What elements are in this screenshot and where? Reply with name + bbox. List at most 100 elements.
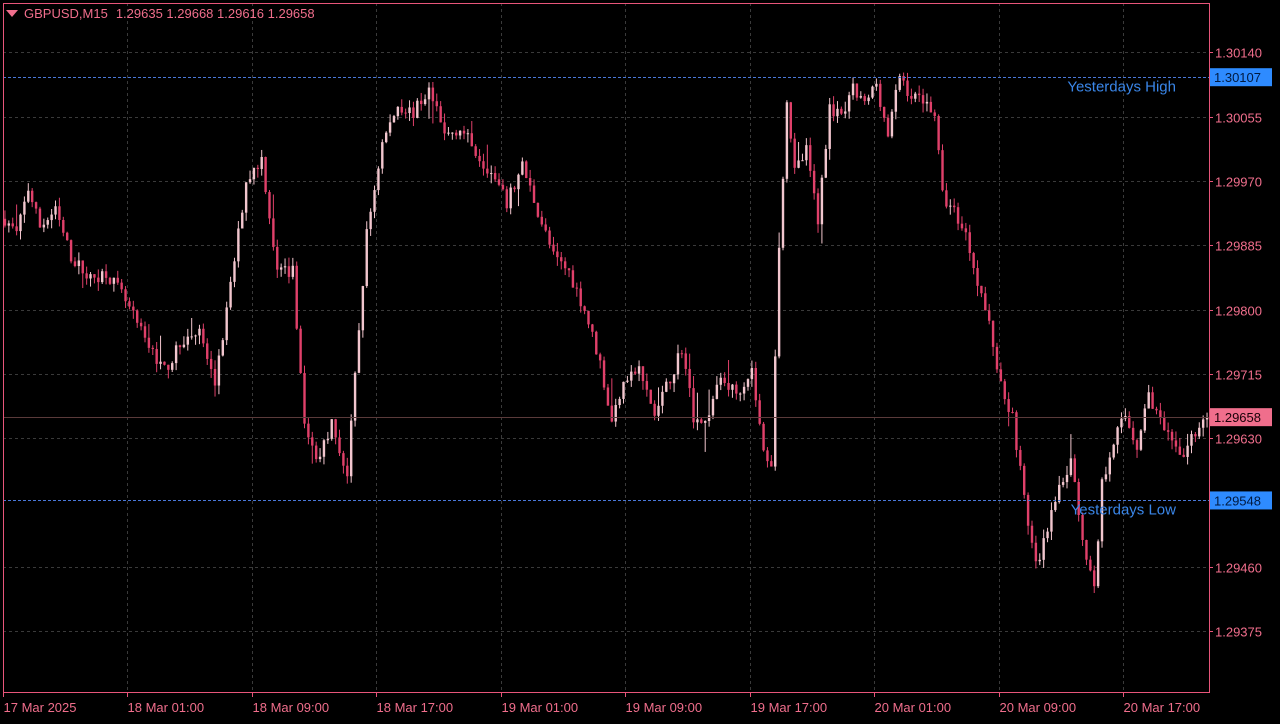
y-tick-label: 1.29630 xyxy=(1215,432,1262,447)
yesterdays-low-label: Yesterdays Low xyxy=(1071,502,1177,519)
candle-body xyxy=(731,384,734,390)
candle-body xyxy=(1120,418,1123,428)
candle-body xyxy=(844,111,847,114)
candle-body xyxy=(832,104,835,117)
candle-body xyxy=(1159,410,1162,418)
candle-body xyxy=(1089,559,1092,571)
candle-body xyxy=(334,419,337,438)
candle-body xyxy=(412,107,415,118)
candle-body xyxy=(563,261,567,269)
candle-body xyxy=(812,170,816,194)
candle-body xyxy=(34,202,38,209)
candle-body xyxy=(291,265,295,277)
candle-body xyxy=(972,253,975,269)
candle-body xyxy=(688,368,691,389)
candle-body xyxy=(999,369,1003,382)
candle-body xyxy=(268,192,271,219)
candle-body xyxy=(598,354,602,361)
candle-body xyxy=(653,403,656,416)
candle-body xyxy=(886,117,890,137)
candle-body xyxy=(497,179,501,185)
candle-body xyxy=(490,173,493,175)
candle-body xyxy=(754,368,757,401)
candle-body xyxy=(435,101,438,107)
x-tick-label: 17 Mar 2025 xyxy=(4,700,77,715)
candle-body xyxy=(1073,458,1076,482)
candle-body xyxy=(112,277,116,284)
candle-body xyxy=(824,148,828,178)
candle-body xyxy=(1038,559,1041,562)
y-tick-label: 1.29715 xyxy=(1215,368,1262,383)
candle-body xyxy=(949,205,952,207)
candle-body xyxy=(377,168,380,191)
candle-body xyxy=(618,398,621,406)
y-tick-label: 1.29460 xyxy=(1215,561,1262,576)
candle-body xyxy=(62,219,65,233)
candle-body xyxy=(867,97,870,102)
candle-body xyxy=(159,361,162,364)
x-tick-label: 19 Mar 17:00 xyxy=(751,700,828,715)
candle-body xyxy=(408,107,411,114)
candle-body xyxy=(735,384,738,394)
y-tick-label: 1.30140 xyxy=(1215,46,1262,61)
candle-body xyxy=(746,379,750,387)
candle-body xyxy=(357,330,361,373)
y-tick-label: 1.29885 xyxy=(1215,239,1262,254)
candle-body xyxy=(287,266,291,277)
y-tick-label: 1.29970 xyxy=(1215,175,1262,190)
candle-body xyxy=(560,257,563,262)
candle-body xyxy=(451,132,454,134)
candle-body xyxy=(447,132,450,134)
candle-body xyxy=(427,87,431,100)
candle-body xyxy=(38,208,42,228)
candle-body xyxy=(793,138,796,168)
candle-body xyxy=(30,190,34,203)
candle-body xyxy=(132,306,135,311)
price-chart[interactable]: Yesterdays High Yesterdays Low 1.30140 1.30… xyxy=(0,0,1280,720)
candle-body xyxy=(1147,392,1150,409)
candle-body xyxy=(272,218,275,247)
candle-body xyxy=(774,356,777,467)
candle-body xyxy=(322,440,326,457)
candle-body xyxy=(781,178,785,248)
candle-body xyxy=(116,277,119,283)
candle-body xyxy=(606,387,610,406)
candle-body xyxy=(276,246,279,270)
candle-body xyxy=(54,206,57,215)
candle-body xyxy=(684,353,687,369)
candle-body xyxy=(703,421,707,423)
candle-body xyxy=(151,347,154,350)
candle-body xyxy=(719,377,722,385)
candle-body xyxy=(209,358,213,369)
candle-body xyxy=(182,344,186,348)
candle-body xyxy=(956,207,960,224)
candle-body xyxy=(976,268,979,286)
candle-body xyxy=(1085,540,1088,560)
candle-body xyxy=(373,190,376,212)
candle-body xyxy=(482,161,485,169)
candle-body xyxy=(283,266,287,268)
candle-body xyxy=(1151,392,1154,409)
candle-body xyxy=(256,167,260,169)
candle-body xyxy=(104,271,108,278)
candle-body xyxy=(762,423,765,451)
candle-body xyxy=(455,132,458,136)
candle-body xyxy=(828,104,831,149)
candle-body xyxy=(474,146,477,156)
candle-body xyxy=(229,281,232,308)
chevron-down-icon[interactable] xyxy=(6,9,18,17)
candle-body xyxy=(1198,427,1201,437)
candle-body xyxy=(575,287,579,289)
candle-body xyxy=(15,226,18,232)
candle-body xyxy=(384,132,388,143)
candle-body xyxy=(330,419,333,439)
candle-body xyxy=(816,193,820,225)
candle-body xyxy=(423,99,427,105)
candle-body xyxy=(365,229,368,287)
candle-body xyxy=(260,157,263,169)
candle-body xyxy=(23,201,26,215)
candle-body xyxy=(143,326,147,338)
candle-body xyxy=(797,160,800,168)
candle-body xyxy=(1135,440,1139,450)
candle-body xyxy=(478,155,481,162)
